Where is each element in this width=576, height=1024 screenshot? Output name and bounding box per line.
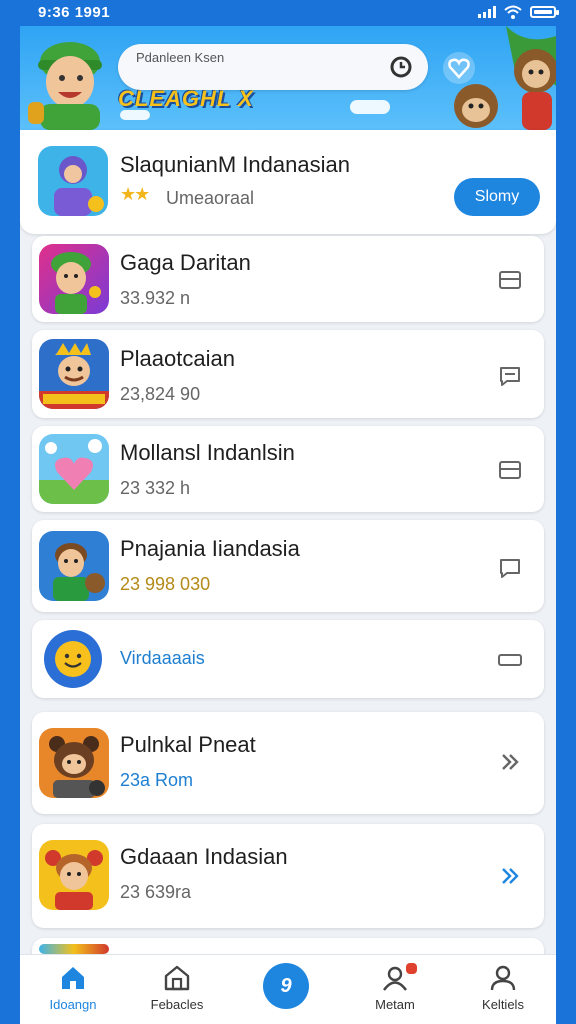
status-time: 9:36 1991 (38, 4, 111, 21)
app-title: Plaaotcaian (120, 346, 235, 371)
app-title: Gdaaan Indasian (120, 844, 288, 869)
app-subtitle: 33.932 n (120, 288, 191, 308)
app-icon (39, 244, 109, 314)
list-item[interactable]: Gdaaan Indasian 23 639ra (32, 824, 544, 928)
app-screen: CLEAGHL X Pdanleen Ksen SlaqunianM Indan… (20, 26, 556, 1024)
store-icon (164, 965, 190, 991)
refresh-icon[interactable] (388, 54, 414, 80)
card-icon[interactable] (498, 458, 522, 482)
app-icon (39, 434, 109, 504)
profile-icon (490, 965, 516, 991)
app-subtitle: 23a Rom (120, 770, 194, 790)
app-icon (38, 146, 108, 216)
status-icons (478, 5, 559, 19)
app-title: SlaqunianM Indanasian (120, 152, 350, 177)
app-subtitle: Virdaaaais (120, 648, 205, 668)
app-icon (39, 339, 109, 409)
chevron-double-right-icon[interactable] (498, 864, 522, 888)
monkey-character-icon (454, 26, 556, 130)
nav-label: Metam (375, 997, 415, 1012)
list-item[interactable]: Gaga Daritan 33.932 n (32, 236, 544, 322)
nav-label: Keltiels (482, 997, 524, 1012)
app-subtitle: 23 332 h (120, 478, 191, 498)
card-icon[interactable] (498, 268, 522, 292)
signal-icon (478, 6, 496, 18)
bottom-navigation: Idoangn Febacles 9 Metam Keltiels (20, 954, 556, 1024)
list-item[interactable]: Mollansl Indanlsin 23 332 h (32, 426, 544, 512)
list-item[interactable]: Virdaaaais (32, 620, 544, 698)
nav-item-home[interactable]: Idoangn (28, 963, 118, 1012)
app-title: Mollansl Indanlsin (120, 440, 295, 465)
list-item[interactable]: Plaaotcaian 23,824 90 (32, 330, 544, 418)
nav-label: Idoangn (49, 997, 97, 1012)
minus-box-icon[interactable] (498, 648, 522, 672)
chevron-double-right-icon[interactable] (498, 750, 522, 774)
app-title: Pulnkal Pneat (120, 732, 256, 757)
center-action-button[interactable]: 9 (263, 963, 309, 1009)
app-icon (39, 944, 109, 954)
status-bar: 9:36 1991 (0, 0, 576, 26)
rating-stars-icon: ★★ (120, 184, 150, 204)
smiley-icon (44, 630, 102, 688)
nav-item-store[interactable]: Febacles (132, 963, 222, 1012)
install-button[interactable]: Slomy (454, 178, 540, 216)
app-subtitle: 23,824 90 (120, 384, 201, 404)
chat-icon[interactable] (498, 556, 522, 580)
nav-item-profile[interactable]: Keltiels (458, 963, 548, 1012)
battery-icon (530, 6, 559, 18)
notification-badge (404, 961, 419, 976)
search-placeholder: Pdanleen Ksen (136, 50, 225, 65)
app-icon (39, 728, 109, 798)
list-item[interactable]: Pnajania Iiandasia 23 998 030 (32, 520, 544, 612)
search-bar[interactable]: Pdanleen Ksen (118, 44, 428, 90)
nav-item-notifications[interactable]: Metam (350, 961, 440, 1012)
chat-icon[interactable] (498, 364, 522, 388)
home-icon (62, 967, 84, 989)
header-banner: CLEAGHL X Pdanleen Ksen (20, 26, 556, 130)
featured-app-card[interactable]: SlaqunianM Indanasian ★★ Umeaoraal Slomy (20, 130, 556, 234)
nav-label: Febacles (150, 997, 204, 1012)
cloud-decoration (350, 100, 390, 114)
app-icon (39, 531, 109, 601)
app-subtitle: 23 639ra (120, 882, 192, 902)
wifi-icon (504, 5, 522, 19)
app-icon (39, 840, 109, 910)
app-title: Gaga Daritan (120, 250, 251, 275)
list-item[interactable]: Pulnkal Pneat 23a Rom (32, 712, 544, 814)
app-subtitle: 23 998 030 (120, 574, 211, 594)
app-subtitle: Umeaoraal (166, 188, 255, 208)
mascot-character-icon (28, 42, 102, 130)
app-title: Pnajania Iiandasia (120, 536, 300, 561)
